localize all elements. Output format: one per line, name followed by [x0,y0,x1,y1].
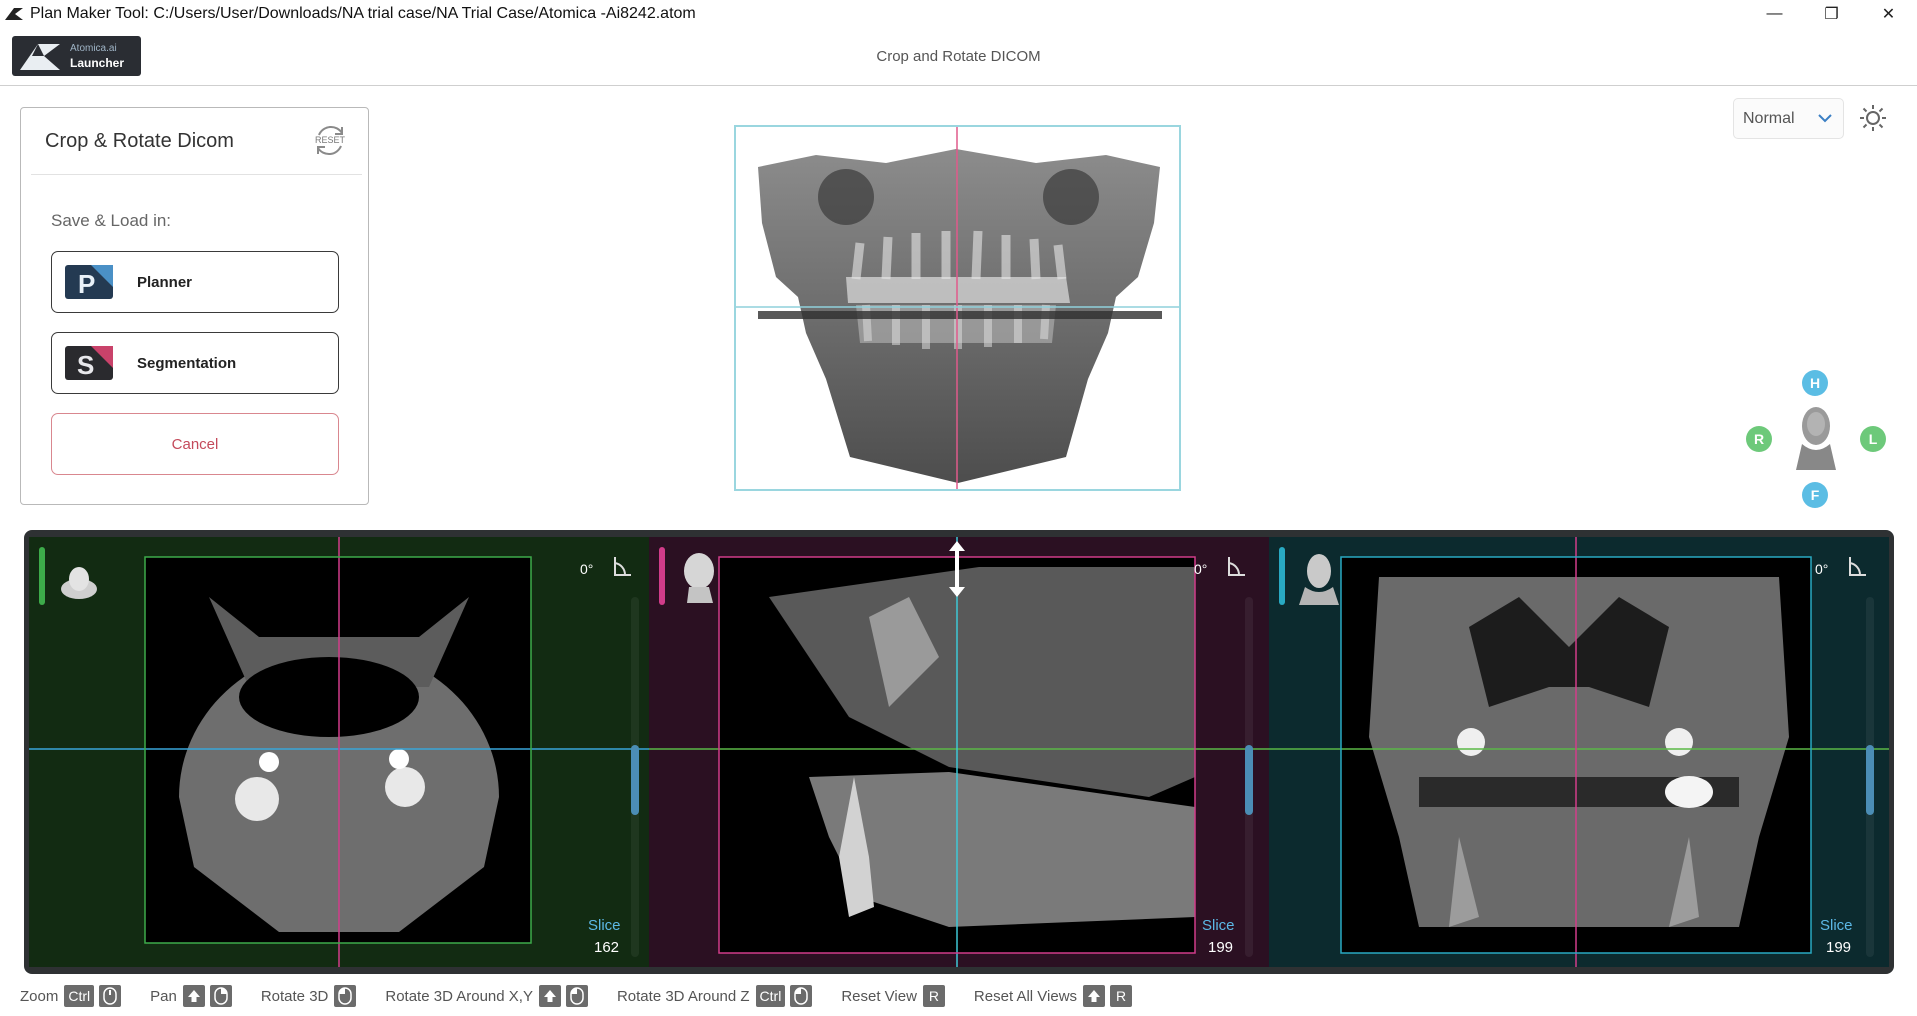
brightness-icon[interactable] [1859,104,1887,132]
ctrl-key: Ctrl [755,985,786,1007]
coronal-angle: 0° [1815,561,1829,577]
axial-slice-scrollbar[interactable] [631,597,639,957]
axial-viewport[interactable]: 0° Slice 162 [29,537,649,967]
page-title: Crop and Rotate DICOM [876,48,1041,65]
shortcut-rotate-xy: Rotate 3D Around X,Y [385,985,593,1007]
coronal-rotate-angle-icon[interactable] [1846,555,1868,579]
head-model-icon [1796,407,1836,470]
window-title: Plan Maker Tool: C:/Users/User/Downloads… [30,5,696,22]
shortcut-reset-view: Reset View R [841,985,950,1007]
reset-icon[interactable]: RESET [311,122,349,158]
sagittal-slice-image [649,537,1269,967]
window-titlebar: Plan Maker Tool: C:/Users/User/Downloads… [0,0,1917,28]
panel-divider [31,174,362,175]
shift-key-icon [1083,985,1106,1007]
axial-slice-number: 162 [594,939,620,956]
view-mode-dropdown[interactable]: Normal [1733,98,1844,139]
orient-right-button[interactable]: R [1746,426,1772,452]
chevron-down-icon [1818,114,1832,123]
planner-button-label: Planner [137,273,193,291]
sagittal-angle: 0° [1194,561,1208,577]
close-button[interactable]: ✕ [1860,0,1917,28]
axial-angle: 0° [580,561,594,577]
orient-front-button[interactable]: F [1802,482,1828,508]
mouse-right-icon [209,985,232,1007]
view-mode-value: Normal [1743,109,1795,127]
slice-viewer-strip: 0° Slice 162 0° Slice 199 0° Slice 199 [24,530,1894,974]
axial-rotate-angle-icon[interactable] [611,555,633,579]
shortcut-rotate-3d: Rotate 3D [261,985,362,1007]
mouse-left-icon [790,985,813,1007]
planner-icon-letter: P [78,269,95,299]
crop-rotate-panel: Crop & Rotate Dicom RESET Save & Load in… [20,107,369,505]
volume-3d-preview[interactable] [734,125,1181,491]
shortcut-rotate-z: Rotate 3D Around Z Ctrl [617,985,817,1007]
coronal-scrollbar-thumb[interactable] [1866,745,1874,815]
mouse-left-icon [565,985,588,1007]
app-logo-icon [5,8,23,20]
orient-head-button[interactable]: H [1802,370,1828,396]
minimize-button[interactable]: — [1746,0,1803,28]
axial-scrollbar-thumb[interactable] [631,745,639,815]
planner-icon: P [65,265,113,299]
panel-title: Crop & Rotate Dicom [45,130,234,152]
coronal-viewport[interactable]: 0° Slice 199 [1269,537,1889,967]
planner-button[interactable]: P Planner [51,251,339,313]
coronal-slice-number: 199 [1826,939,1852,956]
coronal-slice-label: Slice [1820,917,1853,934]
orient-left-button[interactable]: L [1860,426,1886,452]
sagittal-scrollbar-thumb[interactable] [1245,745,1253,815]
reset-label: RESET [315,135,346,145]
segmentation-icon: S [65,346,113,380]
coronal-slice-image [1269,537,1889,967]
sagittal-slice-label: Slice [1202,917,1235,934]
axial-slice-image [29,537,649,967]
segmentation-button-label: Segmentation [137,354,237,372]
app-header: Atomica.ai Launcher Crop and Rotate DICO… [0,28,1917,86]
sagittal-viewport[interactable]: 0° Slice 199 [649,537,1269,967]
cancel-button[interactable]: Cancel [51,413,339,475]
shortcut-reset-all: Reset All Views R [974,985,1137,1007]
restore-button[interactable]: ❐ [1803,0,1860,28]
save-load-label: Save & Load in: [51,211,172,230]
orientation-widget: H R L F [1740,370,1892,512]
r-key: R [1110,985,1133,1007]
r-key: R [922,985,945,1007]
shift-key-icon [182,985,205,1007]
sagittal-slice-number: 199 [1208,939,1234,956]
segmentation-icon-letter: S [77,350,94,380]
mouse-scroll-icon [99,985,122,1007]
ctrl-key: Ctrl [64,985,95,1007]
shift-key-icon [538,985,561,1007]
sagittal-slice-scrollbar[interactable] [1245,597,1253,957]
mouse-left-icon [334,985,357,1007]
skull-3d-render [736,127,1179,489]
axial-slice-label: Slice [588,917,621,934]
shortcut-pan: Pan [150,985,237,1007]
shortcut-legend: Zoom Ctrl Pan Rotate 3D Rotate 3D Around… [20,982,1161,1010]
sagittal-rotate-angle-icon[interactable] [1225,555,1247,579]
coronal-slice-scrollbar[interactable] [1866,597,1874,957]
cancel-button-label: Cancel [171,435,219,453]
shortcut-zoom: Zoom Ctrl [20,985,126,1007]
segmentation-button[interactable]: S Segmentation [51,332,339,394]
